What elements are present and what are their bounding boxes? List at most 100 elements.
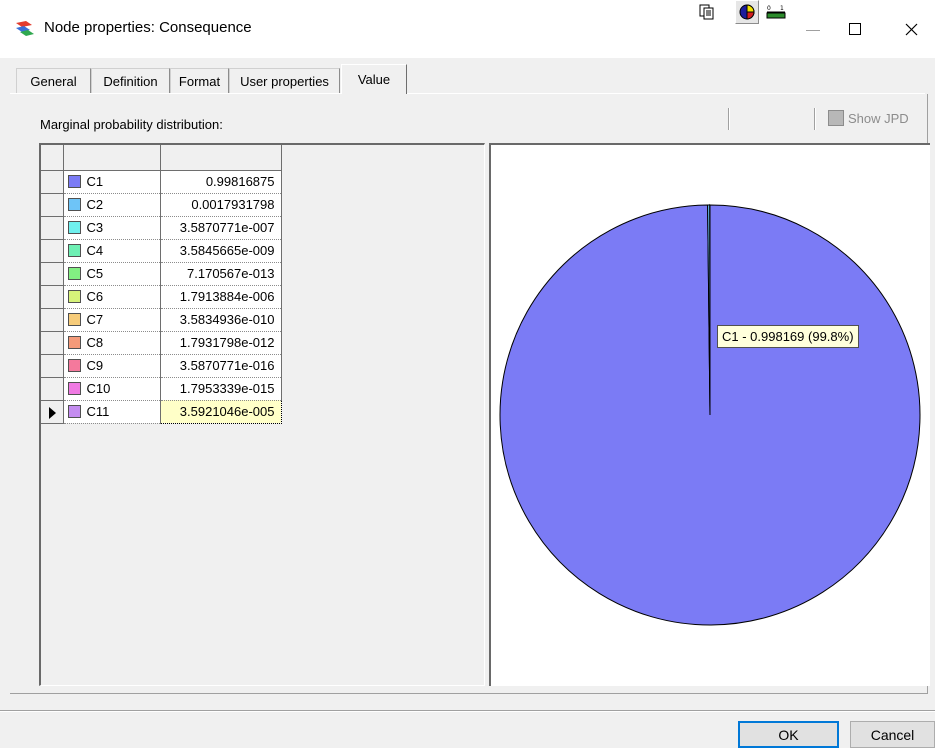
table-row[interactable]: C10 1.7953339e-015 xyxy=(41,377,281,400)
state-color-swatch xyxy=(68,175,81,188)
state-name-cell[interactable]: C6 xyxy=(63,285,160,308)
svg-text:0: 0 xyxy=(767,5,771,12)
row-indicator[interactable] xyxy=(41,308,63,331)
distribution-caption: Marginal probability distribution: xyxy=(40,117,223,132)
cancel-button[interactable]: Cancel xyxy=(850,721,935,748)
state-name-cell[interactable]: C8 xyxy=(63,331,160,354)
state-name: C7 xyxy=(87,312,104,327)
state-name-cell[interactable]: C10 xyxy=(63,377,160,400)
close-icon xyxy=(905,23,918,36)
state-name: C4 xyxy=(87,243,104,258)
row-indicator[interactable] xyxy=(41,216,63,239)
tab-value[interactable]: Value xyxy=(341,64,407,94)
state-name: C11 xyxy=(87,404,110,419)
toolbar-separator-2 xyxy=(814,108,816,130)
pie-chart-area: C1 - 0.998169 (99.8%) xyxy=(489,143,930,686)
state-color-swatch xyxy=(68,221,81,234)
grid-body: C10.99816875C20.0017931798C33.5870771e-0… xyxy=(41,170,281,423)
state-name: C5 xyxy=(87,266,104,281)
table-row[interactable]: C5 7.170567e-013 xyxy=(41,262,281,285)
jpd-icon xyxy=(828,110,844,126)
state-value-cell[interactable]: 1.7913884e-006 xyxy=(160,285,281,308)
pie-chart-button[interactable] xyxy=(735,0,759,24)
state-color-swatch xyxy=(68,267,81,280)
tab-strip: General Definition Format User propertie… xyxy=(10,64,925,94)
table-row[interactable]: C11 3.5921046e-005 xyxy=(41,400,281,423)
window-title: Node properties: Consequence xyxy=(44,19,252,36)
state-color-swatch xyxy=(68,382,81,395)
state-value-cell[interactable]: 0.99816875 xyxy=(160,170,281,193)
state-value-cell[interactable]: 3.5870771e-007 xyxy=(160,216,281,239)
state-value-cell[interactable]: 7.170567e-013 xyxy=(160,262,281,285)
pie-chart xyxy=(491,145,930,686)
header-value[interactable] xyxy=(160,145,281,170)
copy-button[interactable] xyxy=(695,0,719,24)
svg-text:1: 1 xyxy=(780,5,784,12)
current-row-arrow-icon xyxy=(49,407,56,419)
probability-grid: C10.99816875C20.0017931798C33.5870771e-0… xyxy=(39,143,485,686)
state-name-cell[interactable]: C7 xyxy=(63,308,160,331)
ok-button[interactable]: OK xyxy=(738,721,839,748)
grid-header-row xyxy=(41,145,281,170)
state-color-swatch xyxy=(68,198,81,211)
table-row[interactable]: C8 1.7931798e-012 xyxy=(41,331,281,354)
show-jpd-label: Show JPD xyxy=(848,111,909,126)
state-name: C2 xyxy=(87,197,104,212)
state-value-cell[interactable]: 1.7953339e-015 xyxy=(160,377,281,400)
table-row[interactable]: C2 0.0017931798 xyxy=(41,193,281,216)
row-indicator[interactable] xyxy=(41,400,63,423)
state-name: C8 xyxy=(87,335,104,350)
state-color-swatch xyxy=(68,290,81,303)
row-indicator[interactable] xyxy=(41,377,63,400)
tab-general[interactable]: General xyxy=(16,68,91,93)
state-value-cell[interactable]: 3.5834936e-010 xyxy=(160,308,281,331)
table-row[interactable]: C33.5870771e-007 xyxy=(41,216,281,239)
state-name-cell[interactable]: C1 xyxy=(63,170,160,193)
state-name-cell[interactable]: C9 xyxy=(63,354,160,377)
table-row[interactable]: C7 3.5834936e-010 xyxy=(41,308,281,331)
row-indicator[interactable] xyxy=(41,193,63,216)
maximize-icon xyxy=(849,23,861,35)
close-button[interactable] xyxy=(888,8,934,50)
state-name-cell[interactable]: C5 xyxy=(63,262,160,285)
state-name-cell[interactable]: C11 xyxy=(63,400,160,423)
state-color-swatch xyxy=(68,313,81,326)
tab-format[interactable]: Format xyxy=(170,68,229,93)
row-indicator[interactable] xyxy=(41,170,63,193)
state-value-cell[interactable]: 3.5845665e-009 xyxy=(160,239,281,262)
toolbar-separator xyxy=(728,108,730,130)
row-indicator[interactable] xyxy=(41,262,63,285)
maximize-button[interactable] xyxy=(832,8,878,50)
table-row[interactable]: C93.5870771e-016 xyxy=(41,354,281,377)
state-color-swatch xyxy=(68,244,81,257)
header-state[interactable] xyxy=(63,145,160,170)
pie-tooltip: C1 - 0.998169 (99.8%) xyxy=(717,325,859,348)
row-indicator[interactable] xyxy=(41,239,63,262)
row-indicator[interactable] xyxy=(41,354,63,377)
bar-chart-button[interactable]: 0 1 xyxy=(764,0,788,24)
app-icon xyxy=(14,20,36,38)
row-indicator[interactable] xyxy=(41,285,63,308)
bottom-separator xyxy=(0,710,935,712)
minimize-button[interactable]: — xyxy=(790,8,836,50)
state-color-swatch xyxy=(68,359,81,372)
state-name-cell[interactable]: C3 xyxy=(63,216,160,239)
pie-chart-icon xyxy=(739,4,755,20)
table-row[interactable]: C4 3.5845665e-009 xyxy=(41,239,281,262)
tab-definition[interactable]: Definition xyxy=(91,68,170,93)
state-value-cell[interactable]: 1.7931798e-012 xyxy=(160,331,281,354)
state-name: C10 xyxy=(87,381,111,396)
show-jpd-button[interactable]: Show JPD xyxy=(828,106,909,130)
state-name-cell[interactable]: C4 xyxy=(63,239,160,262)
header-corner xyxy=(41,145,63,170)
state-name-cell[interactable]: C2 xyxy=(63,193,160,216)
row-indicator[interactable] xyxy=(41,331,63,354)
copy-icon xyxy=(699,4,715,20)
state-value-cell[interactable]: 0.0017931798 xyxy=(160,193,281,216)
state-value-cell[interactable]: 3.5870771e-016 xyxy=(160,354,281,377)
tab-user-properties[interactable]: User properties xyxy=(229,68,340,93)
table-row[interactable]: C61.7913884e-006 xyxy=(41,285,281,308)
table-row[interactable]: C10.99816875 xyxy=(41,170,281,193)
state-value-cell[interactable]: 3.5921046e-005 xyxy=(160,400,281,423)
state-color-swatch xyxy=(68,405,81,418)
